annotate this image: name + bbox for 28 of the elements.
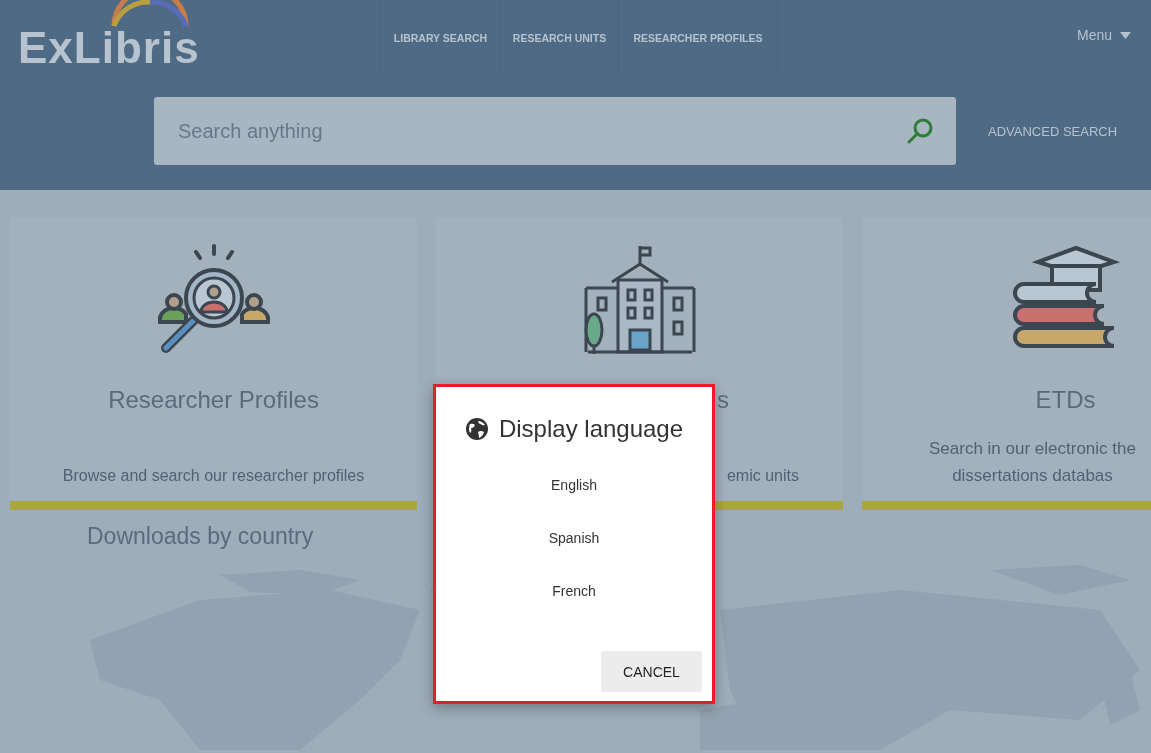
dialog-title: Display language	[498, 415, 684, 443]
logo-arc-icon	[110, 0, 190, 28]
card-title: Researcher Profiles	[108, 386, 319, 414]
search-field[interactable]: Search anything	[154, 97, 956, 165]
cancel-button[interactable]: CANCEL	[601, 651, 702, 692]
language-option[interactable]: French	[540, 575, 608, 607]
search-icon	[906, 117, 934, 145]
language-option[interactable]: Spanish	[536, 522, 612, 554]
nav-link[interactable]: RESEARCHER PROFILES	[618, 0, 778, 76]
category-card[interactable]: ETDs Search in our electronic the dissertations databas	[862, 218, 1151, 510]
nav-link[interactable]: RESEARCH UNITS	[500, 0, 618, 76]
card-description: Browse and search our researcher profiles	[62, 466, 365, 486]
card-description: emic units	[726, 466, 800, 486]
category-card[interactable]: Researcher Profiles Browse and search our researcher profiles	[10, 218, 417, 510]
caret-icon	[1120, 31, 1131, 39]
logo[interactable]: ExLibris	[18, 26, 200, 76]
card-description: Search in our electronic the dissertations databas	[929, 438, 1136, 487]
building-icon	[583, 244, 696, 356]
nav-link[interactable]: LIBRARY SEARCH	[380, 0, 500, 76]
search-input[interactable]: Search anything	[176, 118, 906, 144]
language-option[interactable]: English	[539, 469, 609, 501]
section-title: Downloads by country	[87, 523, 314, 550]
card-title: s	[717, 386, 730, 414]
menu-button[interactable]: Menu	[1076, 27, 1151, 43]
people-search-icon	[157, 244, 270, 356]
advanced-search-link[interactable]: ADVANCED SEARCH	[988, 123, 1118, 139]
globe-icon	[464, 417, 489, 441]
card-title: ETDs	[1035, 386, 1096, 414]
